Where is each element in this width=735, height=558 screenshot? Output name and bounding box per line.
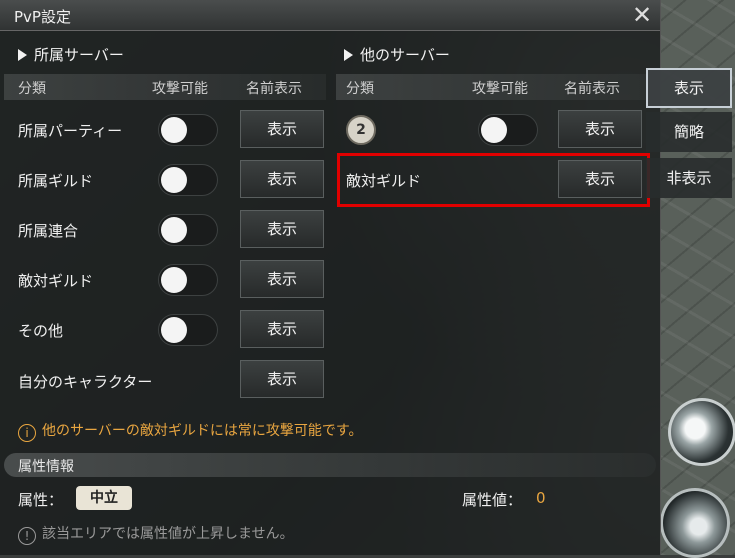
skill-orb[interactable]: [668, 398, 735, 466]
row-label-alliance: 所属連合: [18, 222, 79, 240]
name-display-button-other-server[interactable]: 表示: [558, 110, 642, 148]
attack-toggle-other[interactable]: [158, 314, 218, 346]
toggle-knob: [161, 217, 187, 243]
row-label-party: 所属パーティー: [18, 122, 123, 140]
toggle-knob: [161, 317, 187, 343]
name-display-button-party[interactable]: 表示: [240, 110, 324, 148]
pvp-settings-dialog: PvP設定 ✕ 所属サーバー 分類 攻撃可能 名前表示 所属パーティー 表示 所…: [0, 0, 661, 555]
attribute-points-label: 属性値：: [462, 491, 523, 509]
attribute-value-pill: 中立: [76, 486, 132, 510]
info-icon: i: [18, 424, 36, 442]
name-display-button-guild[interactable]: 表示: [240, 160, 324, 198]
attribute-note: ! 該当エリアでは属性値が上昇しません。: [18, 523, 294, 545]
dropdown-option-simple[interactable]: 簡略: [646, 112, 732, 152]
toggle-knob: [481, 117, 507, 143]
attack-toggle-enemy-guild[interactable]: [158, 264, 218, 296]
toggle-knob: [161, 267, 187, 293]
attribute-section-bar: [4, 453, 656, 477]
other-server-heading: 他のサーバー: [344, 44, 450, 65]
attribute-label: 属性：: [18, 491, 64, 509]
title-bar: PvP設定 ✕: [0, 0, 660, 31]
attribute-note-text: 該当エリアでは属性値が上昇しません。: [42, 526, 294, 542]
server-number-badge: 2: [346, 115, 376, 145]
own-col-category: 分類: [18, 81, 46, 97]
name-display-button-my-character[interactable]: 表示: [240, 360, 324, 398]
triangle-right-icon: [18, 49, 27, 61]
other-col-name: 名前表示: [564, 81, 620, 97]
other-col-attack: 攻撃可能: [472, 81, 528, 97]
info-text: 他のサーバーの敵対ギルドには常に攻撃可能です。: [42, 423, 363, 439]
attack-toggle-alliance[interactable]: [158, 214, 218, 246]
own-server-heading-text: 所属サーバー: [34, 46, 124, 64]
own-col-name: 名前表示: [246, 81, 302, 97]
triangle-right-icon: [344, 49, 353, 61]
own-server-heading: 所属サーバー: [18, 44, 124, 65]
highlight-box: [337, 153, 650, 207]
row-label-enemy-guild: 敵対ギルド: [18, 272, 94, 290]
attribute-section-title: 属性情報: [18, 459, 74, 475]
toggle-knob: [161, 167, 187, 193]
attribute-points-value: 0: [536, 489, 546, 507]
other-server-heading-text: 他のサーバー: [360, 46, 450, 64]
name-display-button-other[interactable]: 表示: [240, 310, 324, 348]
other-col-category: 分類: [346, 81, 374, 97]
name-display-button-alliance[interactable]: 表示: [240, 210, 324, 248]
attack-toggle-party[interactable]: [158, 114, 218, 146]
dropdown-option-show[interactable]: 表示: [646, 68, 732, 108]
attack-toggle-guild[interactable]: [158, 164, 218, 196]
attack-toggle-other-server[interactable]: [478, 114, 538, 146]
own-col-attack: 攻撃可能: [152, 81, 208, 97]
skill-orb-lower[interactable]: [660, 488, 730, 558]
dropdown-option-hide[interactable]: 非表示: [646, 158, 732, 198]
name-display-dropdown: 表示 簡略 非表示: [646, 64, 732, 204]
row-label-my-character: 自分のキャラクター: [18, 373, 153, 391]
info-icon: !: [18, 527, 36, 545]
toggle-knob: [161, 117, 187, 143]
row-label-other: その他: [18, 322, 64, 340]
dialog-title: PvP設定: [14, 8, 71, 26]
close-icon[interactable]: ✕: [628, 1, 656, 29]
info-message: i 他のサーバーの敵対ギルドには常に攻撃可能です。: [18, 420, 362, 442]
row-label-guild: 所属ギルド: [18, 172, 94, 190]
name-display-button-enemy-guild[interactable]: 表示: [240, 260, 324, 298]
